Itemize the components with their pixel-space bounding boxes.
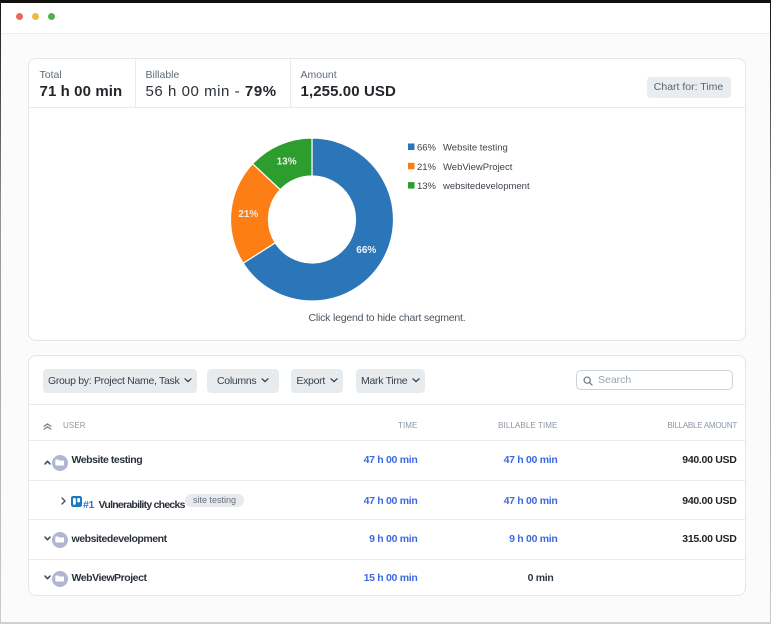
- svg-text:13%: 13%: [277, 156, 297, 167]
- svg-text:21%: 21%: [417, 162, 437, 173]
- svg-text:21%: 21%: [238, 209, 258, 220]
- svg-text:66%: 66%: [356, 245, 376, 256]
- svg-text:13%: 13%: [417, 181, 437, 192]
- svg-text:websitedevelopment: websitedevelopment: [442, 181, 530, 192]
- svg-text:Website testing: Website testing: [443, 143, 508, 154]
- svg-text:WebViewProject: WebViewProject: [443, 162, 513, 173]
- svg-text:66%: 66%: [417, 143, 437, 154]
